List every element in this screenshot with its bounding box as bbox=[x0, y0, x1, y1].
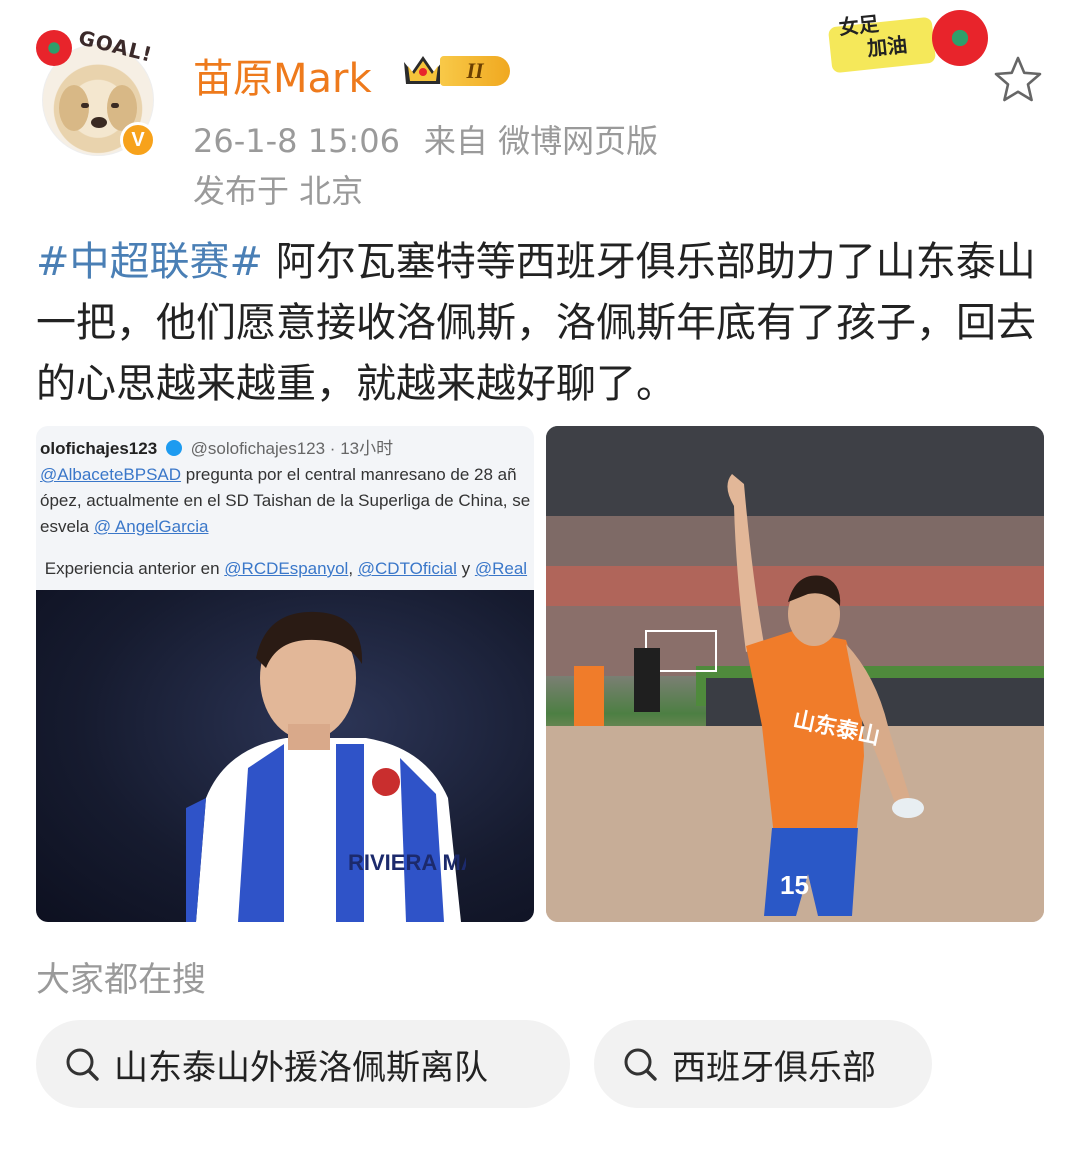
hashtag-link[interactable]: #中超联赛# bbox=[36, 239, 263, 285]
user-avatar-area[interactable]: GOAL! V bbox=[36, 25, 166, 160]
post-image-2[interactable]: 山东泰山 15 bbox=[546, 426, 1044, 922]
tweet-link: @CDTOficial bbox=[357, 559, 457, 578]
search-chip[interactable]: 西班牙俱乐部 bbox=[594, 1020, 932, 1108]
tweet-verified-icon bbox=[165, 440, 182, 456]
search-chip-label: 山东泰山外援洛佩斯离队 bbox=[114, 1047, 488, 1088]
search-icon bbox=[624, 1048, 657, 1081]
tweet-link: @AlbaceteBPSAD bbox=[40, 465, 182, 484]
tweet-link: @ AngelGarcia bbox=[93, 517, 209, 536]
search-icon bbox=[66, 1048, 99, 1081]
post-body: #中超联赛# 阿尔瓦塞特等西班牙俱乐部助力了山东泰山一把，他们愿意接收洛佩斯，洛… bbox=[36, 232, 1046, 415]
post-location: 发布于 北京 bbox=[193, 172, 364, 210]
tweet-line-3: esvela bbox=[40, 517, 94, 536]
tweet-line-4: Experiencia anterior en bbox=[44, 559, 225, 578]
sponsor-text: RIVIERA MAYA bbox=[348, 850, 466, 875]
post-image-1[interactable]: olofichajes123 @solofichajes123 · 13小时 @… bbox=[36, 426, 534, 922]
search-chip[interactable]: 山东泰山外援洛佩斯离队 bbox=[36, 1020, 570, 1108]
flower-sticker-icon bbox=[932, 10, 988, 66]
post-timestamp: 26-1-8 15:06 bbox=[193, 122, 400, 160]
shirt-number: 15 bbox=[780, 870, 809, 900]
player-photo-espanyol: RIVIERA MAYA bbox=[36, 590, 534, 922]
tweet-link: @Real bbox=[474, 559, 528, 578]
post-meta: 26-1-8 15:06 来自 微博网页版 bbox=[193, 116, 658, 162]
crown-level-icon[interactable]: II bbox=[400, 50, 512, 92]
tweet-account: olofichajes123 bbox=[40, 439, 158, 458]
search-section-title: 大家都在搜 bbox=[36, 960, 206, 1000]
username[interactable]: 苗原Mark bbox=[193, 46, 372, 104]
search-chip-label: 西班牙俱乐部 bbox=[672, 1047, 876, 1088]
tweet-separator: y bbox=[456, 559, 475, 578]
player-espanyol-illustration: RIVIERA MAYA bbox=[186, 611, 466, 922]
flower-sticker-icon bbox=[36, 30, 72, 66]
star-favorite-icon[interactable] bbox=[990, 52, 1046, 108]
player-taishan-illustration: 山东泰山 15 bbox=[546, 426, 1044, 922]
tweet-link: @RCDEspanyol bbox=[224, 559, 349, 578]
tweet-line-2: ópez, actualmente en el SD Taishan de la… bbox=[40, 491, 531, 510]
sticker-line-2: 加油 bbox=[866, 32, 909, 61]
post-source[interactable]: 来自 微博网页版 bbox=[424, 122, 658, 160]
level-badge: II bbox=[440, 56, 510, 86]
embedded-tweet: olofichajes123 @solofichajes123 · 13小时 @… bbox=[36, 426, 534, 590]
tweet-separator: , bbox=[348, 559, 358, 578]
tweet-line-1: pregunta por el central manresano de 28 … bbox=[181, 465, 517, 484]
verified-v-icon: V bbox=[120, 122, 156, 158]
tweet-handle: @solofichajes123 · 13小时 bbox=[190, 439, 394, 458]
cheer-sticker: 女足 加油 bbox=[826, 10, 1006, 80]
